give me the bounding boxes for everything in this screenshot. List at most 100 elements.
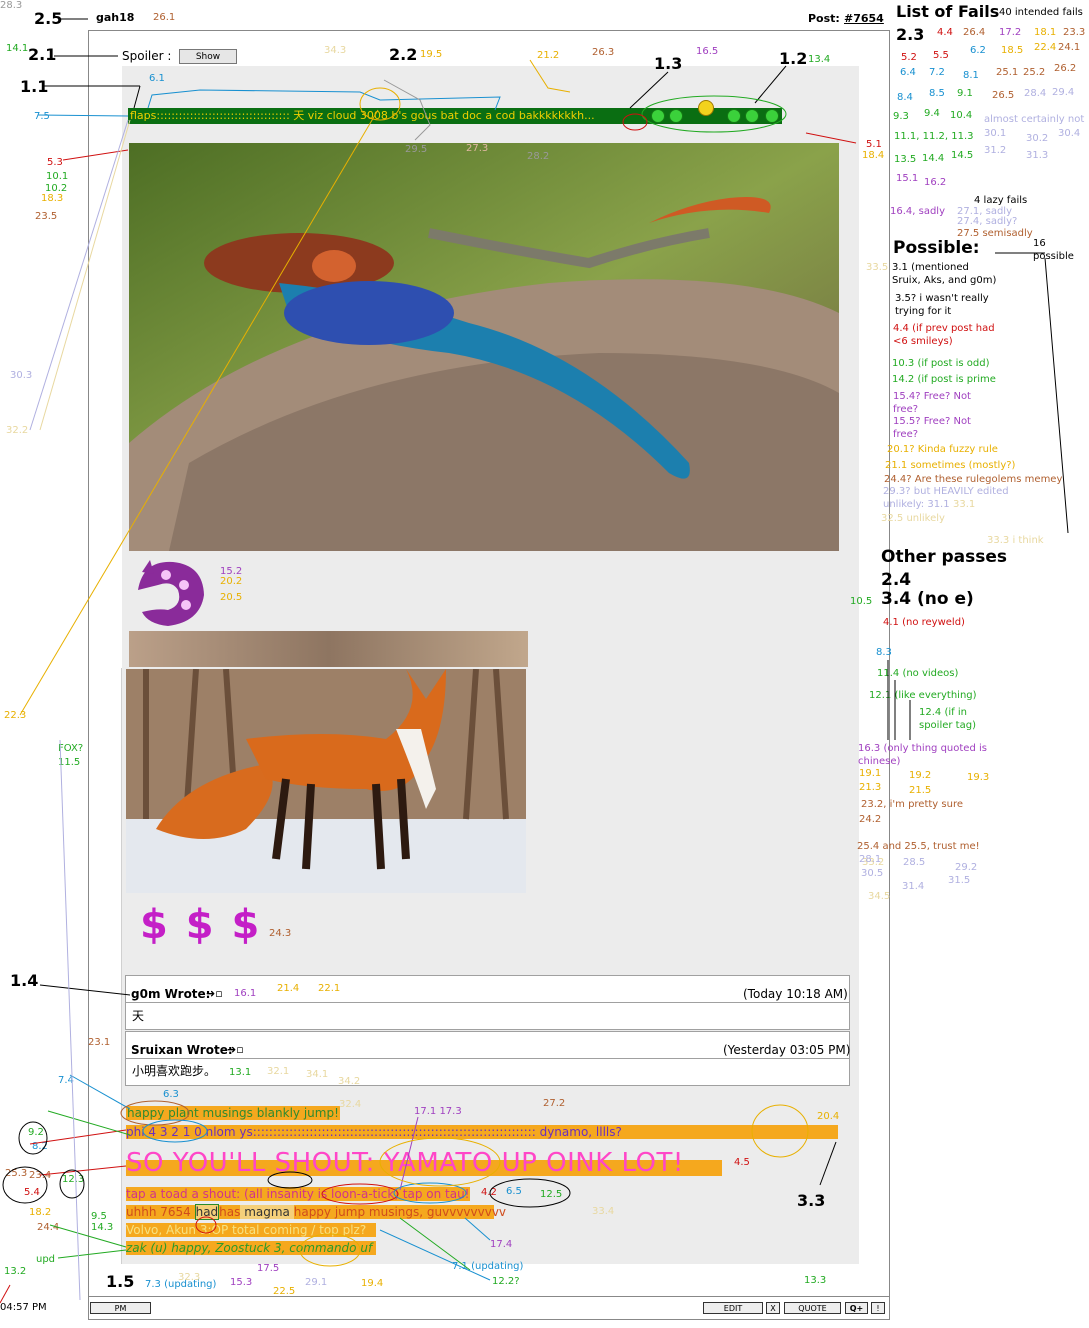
other-pass-item: 19.2 bbox=[909, 770, 932, 781]
annotation-label: 17.4 bbox=[490, 1239, 513, 1250]
annotation-label: 27.2 bbox=[543, 1098, 566, 1109]
fail-item: 29.4 bbox=[1052, 87, 1075, 98]
annotation-label: 13.2 bbox=[4, 1266, 27, 1277]
lazy-fails-count: 4 lazy fails bbox=[974, 195, 1028, 206]
fail-item: 13.5 bbox=[894, 154, 917, 165]
fail-item: 8.1 bbox=[963, 70, 979, 81]
annotation-label: 28.3 bbox=[0, 0, 23, 11]
quote-time: (Yesterday 03:05 PM) bbox=[723, 1043, 851, 1057]
other-pass-item: 34.5 bbox=[868, 891, 891, 902]
fail-item: 17.2 bbox=[999, 27, 1022, 38]
fail-item: 23.3 bbox=[1063, 27, 1086, 38]
fail-item: 26.2 bbox=[1054, 63, 1077, 74]
label-2-3: 2.3 bbox=[896, 25, 925, 44]
possible-item: 3.5? i wasn't really bbox=[895, 293, 989, 304]
intended-fails-count: 40 intended fails bbox=[999, 7, 1083, 18]
post-header: gah18 Post: #7654 bbox=[88, 5, 890, 31]
possible-item: 21.1 sometimes (mostly?) bbox=[885, 460, 1016, 471]
other-pass-item: 31.4 bbox=[902, 881, 925, 892]
fail-item: 8.4 bbox=[897, 92, 913, 103]
possible-item: free? bbox=[893, 404, 919, 415]
annotation-label: 32.2 bbox=[6, 425, 29, 436]
annotation-label: 11.5 bbox=[58, 757, 81, 768]
fail-item: 24.1 bbox=[1058, 42, 1081, 53]
annotation-label: 14.1 bbox=[6, 43, 29, 54]
annotation-label: 4.5 bbox=[734, 1157, 750, 1168]
label-3-3: 3.3 bbox=[797, 1191, 826, 1210]
sig-5-had: had bbox=[194, 1204, 220, 1220]
other-passes-title: Other passes bbox=[881, 547, 1008, 567]
annotation-label: 22.3 bbox=[4, 710, 27, 721]
lizard-photo bbox=[129, 143, 839, 551]
other-pass-item: 29.2 bbox=[955, 862, 978, 873]
annotation-label: 28.2 bbox=[527, 151, 550, 162]
spoiler-show-button[interactable]: Show bbox=[179, 49, 237, 64]
fail-item: 22.4 bbox=[1034, 42, 1057, 53]
sig-5-e: happy jump musings, guvvvvvvvvv bbox=[293, 1205, 507, 1219]
annotation-label: 17.5 bbox=[257, 1263, 280, 1274]
annotation-label: 18.3 bbox=[41, 193, 64, 204]
other-pass-item: 25.4 and 25.5, trust me! bbox=[857, 841, 980, 852]
annotation-label: 15.3 bbox=[230, 1277, 253, 1288]
annotation-label: 23.5 bbox=[35, 211, 58, 222]
sig-line-7: zak (u) happy, Zoostuck 3, commando uf bbox=[126, 1241, 376, 1255]
post-number-link[interactable]: #7654 bbox=[844, 13, 884, 24]
other-pass-item: spoiler tag) bbox=[919, 720, 976, 731]
annotation-label: 22.1 bbox=[318, 983, 341, 994]
quote-plus-button[interactable]: Q+ bbox=[845, 1302, 868, 1314]
fail-item: 26.4 bbox=[963, 27, 986, 38]
other-pass-item: 12.1 (like everything) bbox=[869, 690, 977, 701]
annotation-label: 5.3 bbox=[47, 157, 63, 168]
possible-title: Possible: bbox=[893, 238, 980, 258]
annotation-label: 34.2 bbox=[338, 1076, 361, 1087]
other-pass-item: 23.2, i'm pretty sure bbox=[861, 799, 963, 810]
label-1-4: 1.4 bbox=[10, 971, 39, 990]
fail-item: 5.2 bbox=[901, 52, 917, 63]
edit-button[interactable]: EDIT bbox=[703, 1302, 763, 1314]
purple-chameleon-icon bbox=[138, 560, 204, 626]
quote-body: 小明喜欢跑步。 bbox=[132, 1064, 217, 1078]
annotation-label: 5.4 bbox=[24, 1187, 40, 1198]
annotation-label: 20.4 bbox=[817, 1111, 840, 1122]
label-2-2: 2.2 bbox=[389, 45, 418, 64]
fail-item: 14.5 bbox=[951, 150, 974, 161]
annotation-label: 6.5 bbox=[506, 1186, 522, 1197]
delete-x-button[interactable]: X bbox=[766, 1302, 780, 1314]
quote-link-icon[interactable]: ➜▫ bbox=[206, 988, 223, 999]
annotation-label: 7.4 bbox=[58, 1075, 74, 1086]
possible-item: Sruix, Aks, and g0m) bbox=[892, 275, 997, 286]
annotation-label: 12.2? bbox=[492, 1276, 520, 1287]
annotation-label: 4.2 bbox=[481, 1187, 497, 1198]
annotation-label: 32.3 bbox=[178, 1272, 201, 1283]
label-2-5: 2.5 bbox=[34, 9, 63, 28]
other-pass-item: 30.5 bbox=[861, 868, 884, 879]
fail-item: 31.3 bbox=[1026, 150, 1049, 161]
annotation-label: 12.5 bbox=[540, 1189, 563, 1200]
sig-5-has: has bbox=[219, 1205, 241, 1219]
post-username[interactable]: gah18 bbox=[96, 12, 134, 23]
smiley-icon bbox=[669, 109, 683, 123]
fail-item: 9.3 bbox=[893, 111, 909, 122]
annotation-label: 16.5 bbox=[696, 46, 719, 57]
annotation-label: 33.4 bbox=[592, 1206, 615, 1217]
sig-line-1: happy plant musings blankly jump! bbox=[126, 1106, 340, 1120]
annotation-label: 24.3 bbox=[269, 928, 292, 939]
fail-item: 16.4, sadly bbox=[890, 206, 946, 217]
fail-item: 6.4 bbox=[900, 67, 916, 78]
fail-item: 18.5 bbox=[1001, 45, 1024, 56]
quote-link-icon[interactable]: ➜▫ bbox=[227, 1044, 244, 1055]
annotation-label: 5.1 bbox=[866, 139, 882, 150]
yellow-smiley-icon bbox=[698, 100, 714, 116]
label-2-4: 2.4 bbox=[881, 570, 912, 590]
annotation-label: 7.1 (updating) bbox=[452, 1261, 524, 1272]
report-button[interactable]: ! bbox=[871, 1302, 885, 1314]
possible-item: 32.5 unlikely bbox=[881, 513, 945, 524]
fail-item: almost certainly not bbox=[984, 114, 1085, 125]
quote-button[interactable]: QUOTE bbox=[784, 1302, 841, 1314]
annotation-label: 26.3 bbox=[592, 47, 615, 58]
pm-button[interactable]: PM bbox=[90, 1302, 151, 1314]
fox-photo bbox=[126, 669, 526, 893]
possible-item: 20.1? Kinda fuzzy rule bbox=[887, 444, 998, 455]
fail-item: 9.4 bbox=[924, 108, 940, 119]
annotation-label: 21.4 bbox=[277, 983, 300, 994]
